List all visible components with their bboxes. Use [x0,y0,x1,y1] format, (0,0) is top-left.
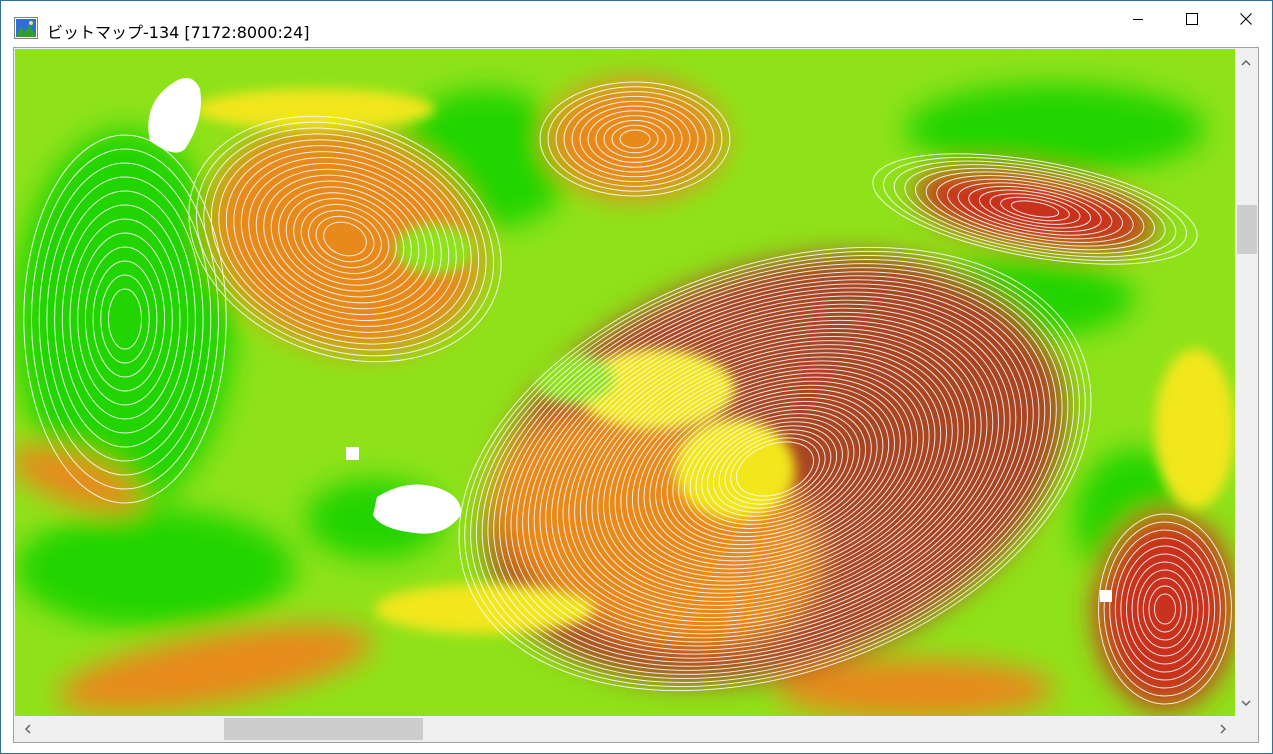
bitmap-app-icon [14,17,38,39]
maximize-button[interactable] [1165,1,1219,37]
scroll-down-button[interactable] [1235,690,1257,716]
scroll-right-button[interactable] [1211,716,1235,741]
scroll-up-button[interactable] [1235,49,1257,75]
window-title: ビットマップ-134 [7172:8000:24] [47,23,310,42]
minimize-button[interactable] [1111,1,1165,37]
vertical-scrollbar[interactable] [1235,49,1257,716]
maximize-icon [1186,13,1198,25]
moderate-slope [1155,349,1235,509]
scrollbar-corner [1235,716,1257,741]
chevron-right-icon [1220,724,1226,733]
moderate-slope [375,584,595,634]
flat-area [905,84,1205,174]
chevron-down-icon [1241,700,1251,706]
close-icon [1240,13,1252,25]
scroll-left-button[interactable] [15,716,39,741]
steep-slope [1095,509,1235,709]
chevron-left-icon [24,724,30,733]
minimize-icon [1133,19,1143,20]
horizontal-scrollbar[interactable] [15,716,1235,741]
flat-area [15,509,295,629]
bitmap-window: ビットマップ-134 [7172:8000:24] [0,0,1273,754]
client-area [13,47,1259,743]
chevron-up-icon [1241,59,1251,65]
slope-raster-image [15,49,1235,716]
nodata-patch [1100,590,1112,602]
title-bar[interactable]: ビットマップ-134 [7172:8000:24] [1,1,1272,45]
horizontal-scroll-thumb[interactable] [224,718,423,740]
nodata-patch [346,447,359,460]
bitmap-view[interactable] [15,49,1235,716]
moderate-slope [195,89,435,129]
vertical-scroll-thumb[interactable] [1237,205,1257,254]
close-button[interactable] [1219,1,1273,37]
